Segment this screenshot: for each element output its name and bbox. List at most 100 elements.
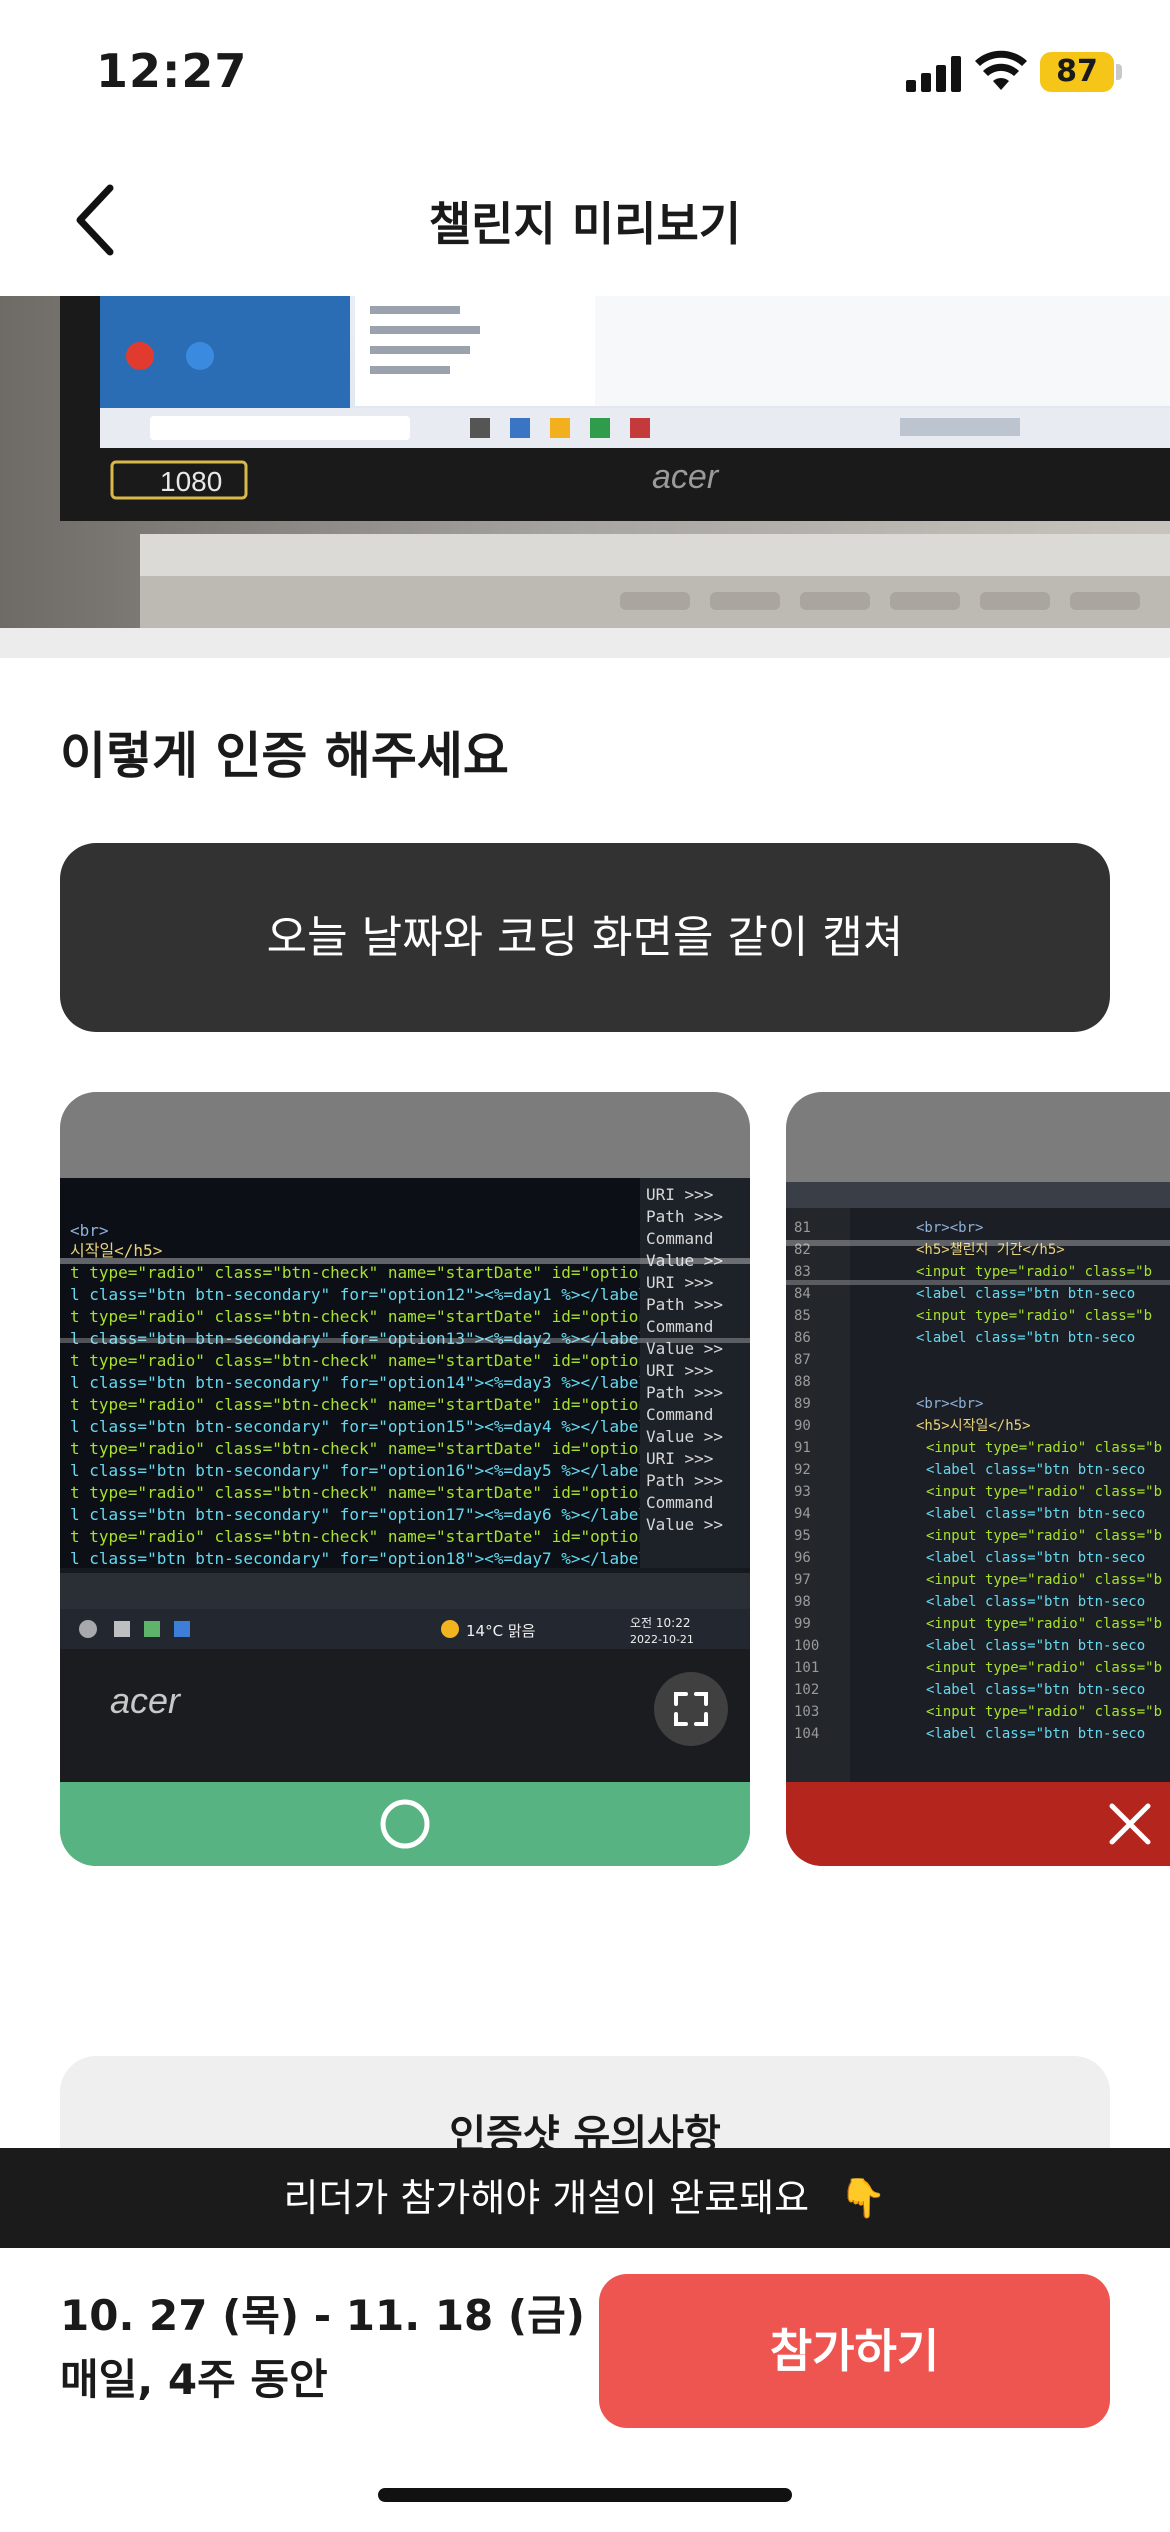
svg-text:t type="radio" class="btn-chec: t type="radio" class="btn-check" name="s… (70, 1395, 667, 1414)
svg-text:l class="btn btn-secondary" fo: l class="btn btn-secondary" for="option1… (70, 1285, 648, 1304)
svg-text:<label class="btn btn-seco: <label class="btn btn-seco (916, 1330, 1135, 1346)
challenge-hero-image: acer 1080 (0, 296, 1170, 628)
svg-text:Command: Command (646, 1405, 713, 1424)
good-example-card[interactable]: <br> 시작일</h5> t type="radio" class="btn-… (60, 1092, 750, 1866)
svg-text:<input type="radio" class="b: <input type="radio" class="b (926, 1440, 1162, 1456)
svg-text:94: 94 (794, 1506, 811, 1522)
svg-text:96: 96 (794, 1550, 811, 1566)
expand-button[interactable] (654, 1672, 728, 1746)
svg-text:100: 100 (794, 1638, 819, 1654)
svg-text:<input type="radio" class="b: <input type="radio" class="b (916, 1264, 1152, 1280)
svg-text:<input type="radio" class="b: <input type="radio" class="b (926, 1616, 1162, 1632)
bad-example-photo: 81 82 83 84 85 86 87 88 89 90 91 92 93 94 95 96 97 9… (786, 1182, 1170, 1782)
pointing-down-icon: 👇 (839, 2176, 887, 2220)
svg-text:<br><br>: <br><br> (916, 1220, 983, 1236)
svg-text:t type="radio" class="btn-chec: t type="radio" class="btn-check" name="s… (70, 1439, 667, 1458)
bad-example-card[interactable]: 81 82 83 84 85 86 87 88 89 90 91 92 93 94 95 96 97 9… (786, 1092, 1170, 1866)
banner-text: 리더가 참가해야 개설이 완료돼요 (283, 2176, 810, 2220)
svg-text:89: 89 (794, 1396, 811, 1412)
svg-text:Command: Command (646, 1493, 713, 1512)
svg-text:<input type="radio" class="b: <input type="radio" class="b (926, 1484, 1162, 1500)
svg-text:l class="btn btn-secondary" fo: l class="btn btn-secondary" for="option1… (70, 1461, 648, 1480)
svg-text:101: 101 (794, 1660, 819, 1676)
expand-icon (674, 1692, 708, 1726)
svg-text:URI >>>: URI >>> (646, 1185, 713, 1204)
svg-text:87: 87 (794, 1352, 811, 1368)
svg-text:<input type="radio" class="b: <input type="radio" class="b (926, 1660, 1162, 1676)
wifi-icon (975, 50, 1027, 90)
svg-text:Path >>>: Path >>> (646, 1207, 723, 1226)
svg-text:104: 104 (794, 1726, 819, 1742)
svg-text:t type="radio" class="btn-chec: t type="radio" class="btn-check" name="s… (70, 1263, 667, 1282)
nav-bar: 챌린지 미리보기 (0, 150, 1170, 296)
svg-text:93: 93 (794, 1484, 811, 1500)
status-time: 12:27 (96, 44, 248, 98)
svg-text:95: 95 (794, 1528, 811, 1544)
battery-cap (1116, 64, 1122, 80)
svg-text:Path >>>: Path >>> (646, 1295, 723, 1314)
circle-icon (380, 1799, 430, 1849)
svg-text:URI >>>: URI >>> (646, 1361, 713, 1380)
good-example-clock-time: 오전 10:22 (630, 1616, 690, 1630)
svg-text:91: 91 (794, 1440, 811, 1456)
instruction-box: 오늘 날짜와 코딩 화면을 같이 캡쳐 (60, 843, 1110, 1032)
svg-text:시작일</h5>: 시작일</h5> (70, 1241, 162, 1260)
svg-text:URI >>>: URI >>> (646, 1449, 713, 1468)
status-bar: 12:27 87 (0, 0, 1170, 150)
svg-text:<label class="btn btn-seco: <label class="btn btn-seco (926, 1550, 1145, 1566)
svg-text:t type="radio" class="btn-chec: t type="radio" class="btn-check" name="s… (70, 1307, 667, 1326)
svg-text:l class="btn btn-secondary" fo: l class="btn btn-secondary" for="option1… (70, 1549, 648, 1568)
join-button[interactable]: 참가하기 (599, 2274, 1110, 2428)
good-example-weather: 14°C 맑음 (466, 1622, 535, 1640)
svg-text:83: 83 (794, 1264, 811, 1280)
svg-text:t type="radio" class="btn-chec: t type="radio" class="btn-check" name="s… (70, 1351, 667, 1370)
svg-text:99: 99 (794, 1616, 811, 1632)
hero-monitor-brand: acer (652, 458, 720, 496)
svg-text:88: 88 (794, 1374, 811, 1390)
svg-text:102: 102 (794, 1682, 819, 1698)
bad-example-footer (786, 1782, 1170, 1866)
svg-text:90: 90 (794, 1418, 811, 1434)
svg-text:<input type="radio" class="b: <input type="radio" class="b (916, 1308, 1152, 1324)
svg-text:85: 85 (794, 1308, 811, 1324)
svg-text:<label class="btn btn-seco: <label class="btn btn-seco (926, 1506, 1145, 1522)
svg-text:URI >>>: URI >>> (646, 1273, 713, 1292)
date-range: 10. 27 (목) - 11. 18 (금) (60, 2291, 585, 2340)
svg-text:<input type="radio" class="b: <input type="radio" class="b (926, 1528, 1162, 1544)
svg-text:98: 98 (794, 1594, 811, 1610)
svg-text:<label class="btn btn-seco: <label class="btn btn-seco (926, 1682, 1145, 1698)
good-example-clock-date: 2022-10-21 (630, 1633, 694, 1646)
svg-text:<br>: <br> (70, 1221, 109, 1240)
svg-text:<label class="btn btn-seco: <label class="btn btn-seco (926, 1638, 1145, 1654)
svg-text:<br><br>: <br><br> (916, 1396, 983, 1412)
svg-text:Command: Command (646, 1317, 713, 1336)
svg-text:t type="radio" class="btn-chec: t type="radio" class="btn-check" name="s… (70, 1483, 667, 1502)
svg-text:<label class="btn btn-seco: <label class="btn btn-seco (926, 1726, 1145, 1742)
home-indicator (378, 2488, 792, 2502)
battery-icon: 87 (1040, 52, 1114, 92)
section-divider (0, 628, 1170, 658)
x-icon (1109, 1803, 1151, 1845)
svg-text:81: 81 (794, 1220, 811, 1236)
svg-text:Value >>: Value >> (646, 1427, 723, 1446)
frequency: 매일, 4주 동안 (60, 2355, 328, 2404)
svg-text:t type="radio" class="btn-chec: t type="radio" class="btn-check" name="s… (70, 1527, 667, 1546)
svg-text:Value >>: Value >> (646, 1515, 723, 1534)
svg-text:<label class="btn btn-seco: <label class="btn btn-seco (926, 1594, 1145, 1610)
leader-banner: 리더가 참가해야 개설이 완료돼요 👇 (0, 2148, 1170, 2248)
svg-text:l class="btn btn-secondary" fo: l class="btn btn-secondary" for="option1… (70, 1417, 648, 1436)
good-example-footer (60, 1782, 750, 1866)
signal-icon (906, 56, 961, 92)
hero-resolution-badge: 1080 (160, 466, 222, 497)
svg-text:<h5>시작일</h5>: <h5>시작일</h5> (916, 1418, 1031, 1434)
page-title: 챌린지 미리보기 (428, 197, 742, 251)
svg-text:<label class="btn btn-seco: <label class="btn btn-seco (926, 1462, 1145, 1478)
svg-text:l class="btn btn-secondary" fo: l class="btn btn-secondary" for="option1… (70, 1505, 648, 1524)
svg-text:84: 84 (794, 1286, 811, 1302)
svg-text:92: 92 (794, 1462, 811, 1478)
svg-text:l class="btn btn-secondary" fo: l class="btn btn-secondary" for="option1… (70, 1373, 648, 1392)
svg-text:Path >>>: Path >>> (646, 1471, 723, 1490)
good-example-photo: <br> 시작일</h5> t type="radio" class="btn-… (60, 1178, 750, 1792)
good-example-monitor-brand: acer (110, 1680, 182, 1721)
svg-text:Command: Command (646, 1229, 713, 1248)
